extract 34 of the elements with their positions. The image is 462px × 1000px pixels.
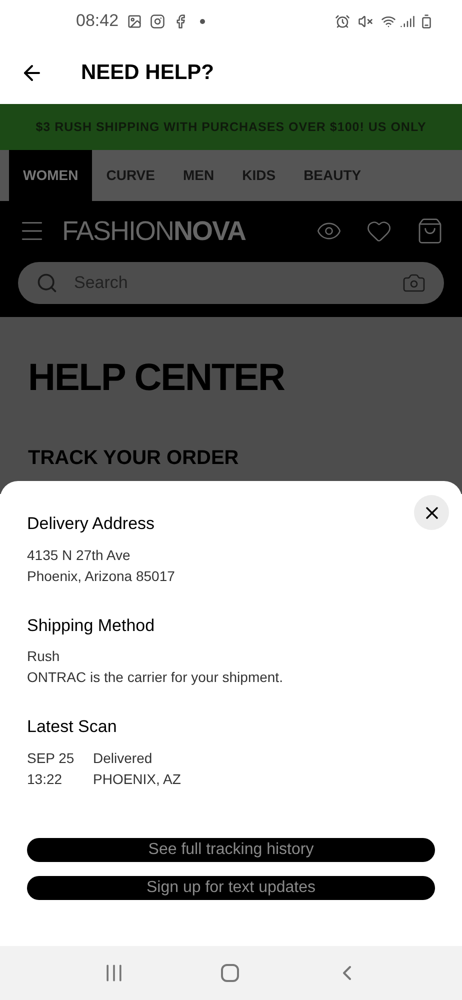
action-button[interactable]: See full tracking history xyxy=(27,838,435,862)
detail-text: Phoenix, Arizona 85017 xyxy=(27,566,176,586)
brand-logo: FASHIONNOVA xyxy=(62,214,246,248)
category-tab[interactable]: KIDS xyxy=(228,150,290,201)
scan-date: SEP 25 xyxy=(27,748,76,768)
instagram-icon xyxy=(150,14,165,28)
bag-icon[interactable] xyxy=(416,217,444,245)
category-tab[interactable]: WOMEN xyxy=(9,150,92,201)
header-title: NEED HELP? xyxy=(81,60,214,86)
category-tab[interactable]: CURVE xyxy=(92,150,169,201)
category-tab[interactable]: MEN xyxy=(168,150,228,201)
status-time: 08:42 xyxy=(76,10,119,32)
section-heading: Shipping Method xyxy=(27,614,156,636)
signal-icon xyxy=(400,14,415,28)
home-icon[interactable] xyxy=(221,964,239,982)
section-title: TRACK YOUR ORDER xyxy=(28,446,240,471)
section-heading: Latest Scan xyxy=(27,716,118,738)
close-button[interactable] xyxy=(414,495,449,530)
mute-icon xyxy=(358,14,373,28)
page-title: HELP CENTER xyxy=(28,356,286,401)
category-tab[interactable]: BEAUTY xyxy=(290,150,376,201)
detail-text: ONTRAC is the carrier for your shipment. xyxy=(27,668,284,687)
section-heading: Delivery Address xyxy=(27,513,156,535)
scan-status: Delivered xyxy=(93,748,154,768)
action-button[interactable]: Sign up for text updates xyxy=(27,876,435,900)
detail-text: Rush xyxy=(27,647,61,666)
detail-text: 4135 N 27th Ave xyxy=(27,546,132,564)
alarm-icon xyxy=(335,14,350,28)
search-icon xyxy=(36,272,58,294)
wifi-icon xyxy=(381,14,396,28)
scan-time: 13:22 xyxy=(27,770,64,788)
battery-icon xyxy=(419,14,434,28)
gallery-icon xyxy=(126,14,142,28)
scan-location: PHOENIX, AZ xyxy=(93,770,182,788)
